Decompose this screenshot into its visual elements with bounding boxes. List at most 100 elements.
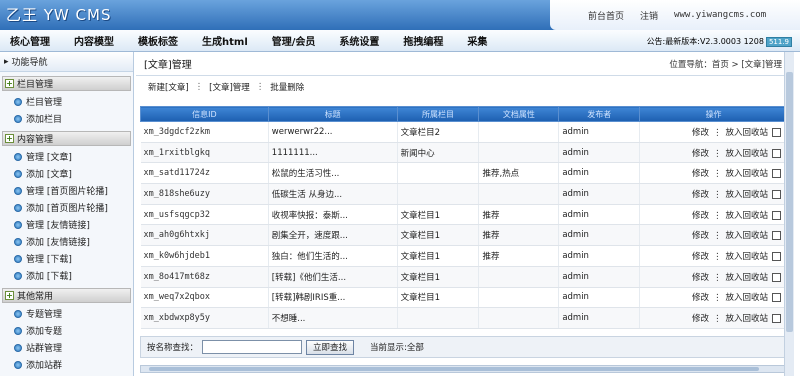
edit-link[interactable]: 修改 (692, 149, 709, 159)
nav-generate-html[interactable]: 生成html (202, 33, 248, 48)
nav-templates[interactable]: 模板标签 (138, 33, 178, 48)
cell-title[interactable]: [转载]《他们生活... (268, 266, 398, 288)
row-checkbox[interactable] (772, 251, 781, 261)
sidebar-item-sites-add[interactable]: 添加站群 (0, 356, 133, 373)
sidebar-item-article-add[interactable]: 添加 [文章] (0, 165, 133, 182)
vertical-scrollbar[interactable] (784, 52, 794, 376)
cell-title[interactable]: 松鼠的生活习性... (268, 162, 398, 185)
recycle-link[interactable]: 放入回收站 (725, 190, 768, 200)
cell-title[interactable]: 低碳生活 从身边... (268, 183, 398, 205)
divider: ⋮ (712, 231, 722, 242)
cell-title[interactable]: 剧集全开，速度跟... (268, 224, 398, 247)
recycle-link[interactable]: 放入回收站 (725, 273, 768, 283)
recycle-link[interactable]: 放入回收站 (725, 293, 768, 303)
col-attr[interactable]: 文档属性 (478, 106, 560, 122)
row-checkbox[interactable] (772, 314, 781, 324)
sidebar-item-topic-add[interactable]: 添加专题 (0, 322, 133, 339)
sidebar-item-topic-manage[interactable]: 专题管理 (0, 305, 133, 322)
site-url-link[interactable]: www.yiwangcms.com (674, 10, 766, 20)
sidebar-item-column-manage[interactable]: 栏目管理 (0, 93, 133, 110)
row-checkbox[interactable] (772, 231, 781, 241)
logout-link[interactable]: 注销 (640, 9, 658, 22)
display-status: 当前显示:全部 (370, 343, 424, 353)
expand-icon: + (5, 134, 14, 143)
edit-link[interactable]: 修改 (692, 169, 709, 179)
sidebar-item-slider-add[interactable]: 添加 [首页图片轮播] (0, 199, 133, 216)
sidebar-item-label: 添加 [下载] (26, 272, 72, 282)
search-input[interactable] (202, 340, 303, 354)
cell-author: admin (558, 266, 641, 288)
nav-collect[interactable]: 采集 (467, 33, 487, 48)
row-checkbox[interactable] (772, 189, 781, 199)
cell-title[interactable]: werwerwr22... (268, 121, 398, 143)
col-column[interactable]: 所属栏目 (396, 106, 480, 122)
cell-title[interactable]: 收视率快报：泰斯... (268, 204, 398, 226)
recycle-link[interactable]: 放入回收站 (725, 231, 768, 241)
row-checkbox[interactable] (772, 169, 781, 179)
cell-column: 文章栏目2 (397, 121, 480, 143)
edit-link[interactable]: 修改 (692, 273, 709, 283)
sidebar-item-download-add[interactable]: 添加 [下载] (0, 267, 133, 284)
nav-settings[interactable]: 系统设置 (339, 33, 379, 48)
bullet-icon (14, 152, 22, 161)
bullet-icon (14, 203, 22, 212)
table-header: 信息ID 标题 所属栏目 文档属性 发布者 操作 (140, 106, 788, 122)
edit-link[interactable]: 修改 (692, 293, 709, 303)
bullet-icon (14, 254, 22, 263)
nav-content-model[interactable]: 内容模型 (74, 33, 114, 48)
sidebar-item-column-add[interactable]: 添加栏目 (0, 110, 133, 127)
sidebar-item-download-manage[interactable]: 管理 [下载] (0, 250, 133, 267)
app-logo: 乙王 YW CMS (6, 6, 112, 24)
col-id[interactable]: 信息ID (140, 106, 269, 122)
col-author[interactable]: 发布者 (558, 106, 641, 122)
sidebar-item-article-manage[interactable]: 管理 [文章] (0, 148, 133, 165)
row-checkbox[interactable] (772, 127, 781, 137)
sidebar-item-sites-manage[interactable]: 站群管理 (0, 339, 133, 356)
edit-link[interactable]: 修改 (692, 211, 709, 221)
toolbar: 新建[文章] ⋮ [文章]管理 ⋮ 批量删除 (136, 76, 794, 98)
sidebar-item-label: 添加 [首页图片轮播] (26, 204, 108, 214)
recycle-link[interactable]: 放入回收站 (725, 149, 768, 159)
edit-link[interactable]: 修改 (692, 190, 709, 200)
recycle-link[interactable]: 放入回收站 (725, 169, 768, 179)
nav-core[interactable]: 核心管理 (10, 33, 50, 48)
nav-drag-program[interactable]: 拖拽编程 (403, 33, 443, 48)
cell-column: 文章栏目1 (397, 245, 480, 267)
frontend-home-link[interactable]: 前台首页 (588, 9, 624, 22)
cell-title[interactable]: 1111111... (268, 142, 398, 164)
batch-delete-link[interactable]: 批量删除 (270, 81, 304, 93)
sidebar-item-slider-manage[interactable]: 管理 [首页图片轮播] (0, 182, 133, 199)
col-title[interactable]: 标题 (267, 106, 398, 122)
edit-link[interactable]: 修改 (692, 252, 709, 262)
cell-ops: 修改 ⋮ 放入回收站 (639, 183, 788, 205)
sidebar-group-column[interactable]: + 栏目管理 (2, 76, 131, 91)
cell-title[interactable]: 独白：他们生活的... (268, 245, 398, 267)
recycle-link[interactable]: 放入回收站 (725, 252, 768, 262)
search-button[interactable]: 立即查找 (306, 339, 355, 355)
edit-link[interactable]: 修改 (692, 314, 709, 324)
edit-link[interactable]: 修改 (692, 128, 709, 138)
new-article-link[interactable]: 新建[文章] (148, 81, 189, 93)
cell-title[interactable]: 不想睡... (268, 307, 398, 329)
row-checkbox[interactable] (772, 272, 781, 282)
row-checkbox[interactable] (772, 293, 781, 303)
recycle-link[interactable]: 放入回收站 (725, 314, 768, 324)
row-checkbox[interactable] (772, 210, 781, 220)
scroll-thumb[interactable] (149, 367, 759, 371)
cell-id: xm_8o417mt68z (140, 266, 269, 288)
recycle-link[interactable]: 放入回收站 (725, 128, 768, 138)
sidebar-item-links-manage[interactable]: 管理 [友情链接] (0, 216, 133, 233)
divider: ⋮ (712, 293, 722, 304)
cell-ops: 修改 ⋮ 放入回收站 (639, 204, 788, 226)
nav-members[interactable]: 管理/会员 (272, 33, 316, 48)
sidebar-group-common[interactable]: + 其他常用 (2, 288, 131, 303)
horizontal-scrollbar[interactable] (140, 365, 788, 373)
edit-link[interactable]: 修改 (692, 231, 709, 241)
sidebar-item-links-add[interactable]: 添加 [友情链接] (0, 233, 133, 250)
sidebar-group-content[interactable]: + 内容管理 (2, 131, 131, 146)
recycle-link[interactable]: 放入回收站 (725, 211, 768, 221)
cell-title[interactable]: [转载]韩剧IRIS重... (268, 287, 398, 309)
scroll-thumb[interactable] (786, 72, 793, 332)
article-manage-link[interactable]: [文章]管理 (209, 81, 250, 93)
row-checkbox[interactable] (772, 148, 781, 158)
